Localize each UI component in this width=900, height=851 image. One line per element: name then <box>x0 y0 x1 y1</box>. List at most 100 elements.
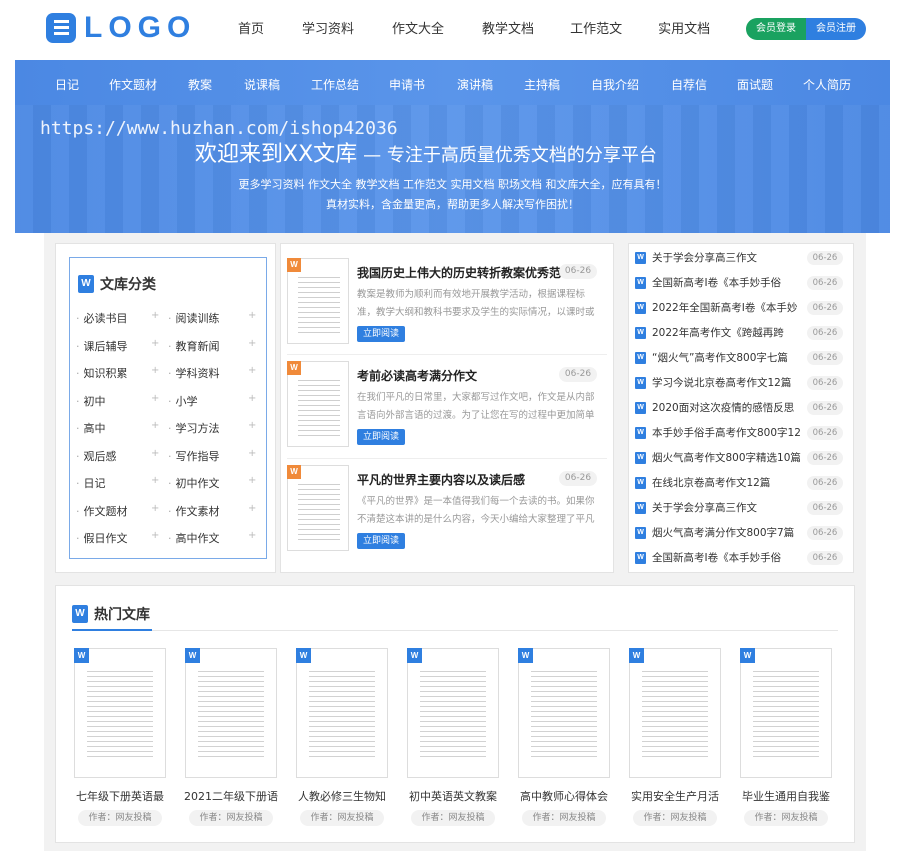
list-item-title[interactable]: 全国新高考I卷《本手妙手俗 <box>652 550 802 565</box>
list-item[interactable]: W 在线北京卷高考作文12篇 06-26 <box>635 475 849 495</box>
category-item[interactable]: 假日作文 <box>76 530 128 546</box>
category-nav-item[interactable]: 说课稿 <box>244 76 280 93</box>
top-nav-item[interactable]: 实用文档 <box>658 18 710 37</box>
category-nav-item[interactable]: 申请书 <box>389 76 425 93</box>
category-item[interactable]: 作文素材 <box>168 503 220 519</box>
read-now-button[interactable]: 立即阅读 <box>357 429 406 445</box>
doc-thumbnail[interactable]: W <box>287 361 349 447</box>
list-item-title[interactable]: 学习今说北京卷高考作文12篇 <box>652 375 802 390</box>
doc-thumbnail[interactable]: W <box>407 648 499 778</box>
hot-doc-name[interactable]: 人教必修三生物知 <box>290 788 394 804</box>
list-item-title[interactable]: 在线北京卷高考作文12篇 <box>652 475 802 490</box>
list-item[interactable]: W 全国新高考I卷《本手妙手俗 06-26 <box>635 550 849 570</box>
read-now-button[interactable]: 立即阅读 <box>357 533 406 549</box>
category-item[interactable]: 知识积累 <box>76 365 128 381</box>
list-item[interactable]: W 烟火气高考满分作文800字7篇 06-26 <box>635 525 849 545</box>
top-nav-item[interactable]: 教学文档 <box>482 18 534 37</box>
doc-thumbnail[interactable]: W <box>740 648 832 778</box>
list-item[interactable]: W 学习今说北京卷高考作文12篇 06-26 <box>635 375 849 395</box>
read-now-button[interactable]: 立即阅读 <box>357 326 406 342</box>
hot-doc-card[interactable]: W 高中教师心得体会 作者：网友投稿 <box>516 648 612 828</box>
category-item[interactable]: 高中 <box>76 420 106 436</box>
doc-thumbnail[interactable]: W <box>287 465 349 551</box>
featured-title[interactable]: 我国历史上伟大的历史转折教案优秀范 <box>357 264 561 281</box>
category-nav-item[interactable]: 面试题 <box>737 76 773 93</box>
category-nav-item[interactable]: 自荐信 <box>671 76 707 93</box>
list-item[interactable]: W 关于学会分享高三作文 06-26 <box>635 250 849 270</box>
doc-thumbnail[interactable]: W <box>518 648 610 778</box>
register-button[interactable]: 会员注册 <box>806 18 866 40</box>
category-item[interactable]: 学习方法 <box>168 420 220 436</box>
list-item-title[interactable]: 2020面对这次疫情的感悟反思 <box>652 400 802 415</box>
list-item-title[interactable]: 2022年高考作文《跨越再跨 <box>652 325 802 340</box>
list-item[interactable]: W 2020面对这次疫情的感悟反思 06-26 <box>635 400 849 420</box>
list-item[interactable]: W “烟火气”高考作文800字七篇 06-26 <box>635 350 849 370</box>
doc-thumbnail[interactable]: W <box>296 648 388 778</box>
doc-thumbnail[interactable]: W <box>74 648 166 778</box>
category-item[interactable]: 阅读训练 <box>168 310 220 326</box>
list-item-title[interactable]: 烟火气高考作文800字精选10篇 <box>652 450 802 465</box>
category-item[interactable]: 教育新闻 <box>168 338 220 354</box>
list-item-title[interactable]: “烟火气”高考作文800字七篇 <box>652 350 802 365</box>
category-item[interactable]: 观后感 <box>76 448 117 464</box>
category-nav-item[interactable]: 工作总结 <box>311 76 359 93</box>
list-item[interactable]: W 烟火气高考作文800字精选10篇 06-26 <box>635 450 849 470</box>
category-item[interactable]: 学科资料 <box>168 365 220 381</box>
list-item-title[interactable]: 关于学会分享高三作文 <box>652 500 802 515</box>
category-item[interactable]: 高中作文 <box>168 530 220 546</box>
hot-doc-card[interactable]: W 人教必修三生物知 作者：网友投稿 <box>294 648 390 828</box>
list-item-title[interactable]: 关于学会分享高三作文 <box>652 250 802 265</box>
list-item-title[interactable]: 烟火气高考满分作文800字7篇 <box>652 525 802 540</box>
top-nav-item[interactable]: 作文大全 <box>392 18 444 37</box>
featured-title[interactable]: 平凡的世界主要内容以及读后感 <box>357 471 525 488</box>
list-item[interactable]: W 关于学会分享高三作文 06-26 <box>635 500 849 520</box>
featured-item[interactable]: W 平凡的世界主要内容以及读后感 06-26 《平凡的世界》是一本值得我们每一个… <box>287 458 607 558</box>
list-item-title[interactable]: 2022年全国新高考I卷《本手妙 <box>652 300 802 315</box>
top-nav-item[interactable]: 首页 <box>238 18 264 37</box>
list-item-title[interactable]: 本手妙手俗手高考作文800字12 <box>652 425 802 440</box>
category-item[interactable]: 初中作文 <box>168 475 220 491</box>
featured-title[interactable]: 考前必读高考满分作文 <box>357 367 477 384</box>
category-item[interactable]: 课后辅导 <box>76 338 128 354</box>
category-item[interactable]: 日记 <box>76 475 106 491</box>
list-item[interactable]: W 2022年高考作文《跨越再跨 06-26 <box>635 325 849 345</box>
doc-thumbnail[interactable]: W <box>185 648 277 778</box>
hot-doc-card[interactable]: W 2021二年级下册语 作者：网友投稿 <box>183 648 279 828</box>
hot-doc-name[interactable]: 初中英语英文教案 <box>401 788 505 804</box>
category-item[interactable]: 作文题材 <box>76 503 128 519</box>
category-nav-item[interactable]: 自我介绍 <box>591 76 639 93</box>
hot-doc-card[interactable]: W 七年级下册英语最 作者：网友投稿 <box>72 648 168 828</box>
top-nav-item[interactable]: 学习资料 <box>302 18 354 37</box>
category-panel: W 文库分类 必读书目+阅读训练+ 课后辅导+教育新闻+ 知识积累+学科资料+ … <box>55 243 276 573</box>
category-item[interactable]: 写作指导 <box>168 448 220 464</box>
top-nav-item[interactable]: 工作范文 <box>570 18 622 37</box>
category-nav-item[interactable]: 作文题材 <box>109 76 157 93</box>
hot-doc-card[interactable]: W 实用安全生产月活 作者：网友投稿 <box>627 648 723 828</box>
category-nav-item[interactable]: 个人简历 <box>803 76 851 93</box>
category-item[interactable]: 初中 <box>76 393 106 409</box>
hot-doc-card[interactable]: W 初中英语英文教案 作者：网友投稿 <box>405 648 501 828</box>
hot-doc-card[interactable]: W 毕业生通用自我鉴 作者：网友投稿 <box>738 648 834 828</box>
hot-doc-name[interactable]: 2021二年级下册语 <box>179 788 283 804</box>
hot-doc-name[interactable]: 高中教师心得体会 <box>512 788 616 804</box>
category-nav-item[interactable]: 主持稿 <box>524 76 560 93</box>
list-item[interactable]: W 本手妙手俗手高考作文800字12 06-26 <box>635 425 849 445</box>
list-item-title[interactable]: 全国新高考I卷《本手妙手俗 <box>652 275 802 290</box>
doc-thumbnail[interactable]: W <box>287 258 349 344</box>
category-nav-item[interactable]: 日记 <box>55 76 79 93</box>
list-item[interactable]: W 2022年全国新高考I卷《本手妙 06-26 <box>635 300 849 320</box>
hot-doc-name[interactable]: 毕业生通用自我鉴 <box>734 788 838 804</box>
category-nav-item[interactable]: 演讲稿 <box>457 76 493 93</box>
login-button[interactable]: 会员登录 <box>746 18 806 40</box>
banner-title: 欢迎来到XX文库 — 专注于高质量优秀文档的分享平台 <box>195 136 657 168</box>
category-nav-item[interactable]: 教案 <box>188 76 212 93</box>
doc-thumbnail[interactable]: W <box>629 648 721 778</box>
category-item[interactable]: 必读书目 <box>76 310 128 326</box>
hot-doc-name[interactable]: 实用安全生产月活 <box>623 788 727 804</box>
site-logo[interactable]: LOGO <box>46 11 196 44</box>
featured-item[interactable]: W 考前必读高考满分作文 06-26 在我们平凡的日常里，大家都写过作文吧，作文… <box>287 354 607 454</box>
hot-doc-name[interactable]: 七年级下册英语最 <box>68 788 172 804</box>
category-item[interactable]: 小学 <box>168 393 198 409</box>
list-item[interactable]: W 全国新高考I卷《本手妙手俗 06-26 <box>635 275 849 295</box>
featured-item[interactable]: W 我国历史上伟大的历史转折教案优秀范 06-26 教案是教师为顺利而有效地开展… <box>287 252 607 352</box>
